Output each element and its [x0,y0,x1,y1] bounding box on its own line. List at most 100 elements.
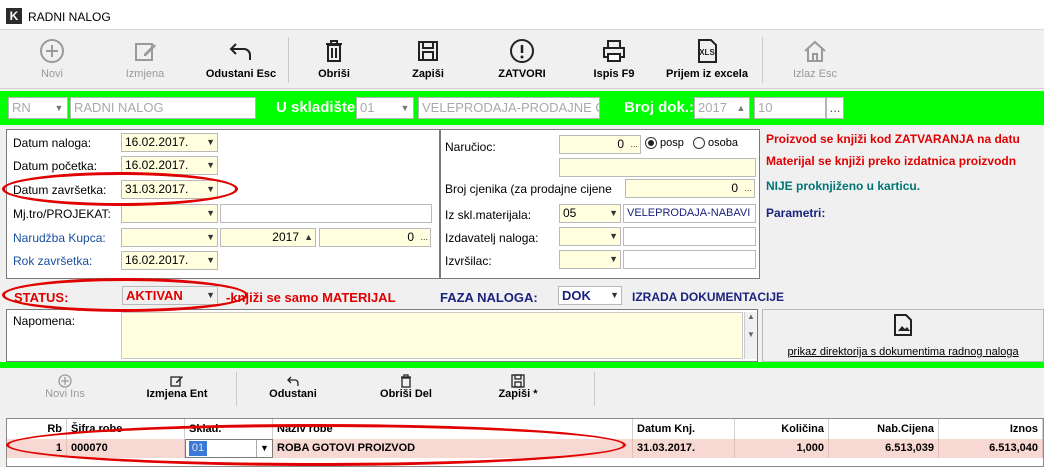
title-bar: K RADNI NALOG [0,0,1044,30]
iz-skl-select[interactable]: 05 ▼ [559,204,621,223]
obrisi-label: Obriši [318,68,350,80]
directory-button[interactable]: prikaz direktorija s dokumentima radnog … [762,309,1044,362]
faza-name: IZRADA DOKUMENTACIJE [632,290,784,304]
col-header-cijena[interactable]: Nab.Cijena [829,419,939,439]
izlaz-label: Izlaz Esc [792,68,837,80]
broj-num-field[interactable]: 10 [754,97,826,119]
datum-naloga-value: 16.02.2017. [125,135,189,149]
narudzba-select[interactable]: ▼ [121,228,218,247]
app-logo-icon: K [6,8,22,24]
obrisi-del-button[interactable]: Obriši Del [370,372,442,410]
izdavatelj-select[interactable]: ▼ [559,227,621,246]
zatvori-label: ZATVORI [498,68,546,80]
osoba-radio[interactable] [693,137,705,149]
trash-icon [401,374,411,388]
izmjena-ent-button[interactable]: Izmjena Ent [134,372,220,410]
annotation-ellipse [2,278,248,312]
scroll-up-icon: ▲ [747,312,755,321]
skladiste-select[interactable]: 01 ▼ [356,97,414,119]
napomena-panel: Napomena: ▲ ▼ [6,309,758,362]
mjtro-name-field[interactable] [220,204,432,223]
folder-image-icon [894,314,912,336]
napomena-scrollbar[interactable]: ▲ ▼ [744,312,757,359]
trash-icon [326,40,342,62]
edit-icon [170,376,183,387]
doc-type-select[interactable]: RN ▼ [8,97,68,119]
osoba-label: osoba [708,137,738,149]
izmjena-button[interactable]: Izmjena [112,31,178,89]
obrisi-button[interactable]: Obriši [306,31,362,89]
window-title: RADNI NALOG [28,10,111,24]
iz-skl-name: VELEPRODAJA-NABAVI [627,207,751,219]
narucioc-field[interactable]: 0... [559,135,641,154]
novi-ins-button[interactable]: Novi Ins [30,372,100,410]
novi-button[interactable]: Novi [26,31,78,89]
info-line-1: Proizvod se knjiži kod ZATVARANJA na dat… [766,132,1020,146]
status-note: -knjiži se samo MATERIJAL [226,290,396,305]
plus-circle-icon [58,374,72,388]
ellipsis-icon: ... [420,232,428,242]
zapisi2-button[interactable]: Zapiši * [488,372,548,410]
iz-skl-name-field: VELEPRODAJA-NABAVI [623,204,756,223]
iz-skl-label: Iz skl.materijala: [445,208,532,222]
chevron-down-icon: ▼ [400,103,410,113]
chevron-down-icon: ▼ [54,103,64,113]
toolbar-separator [288,37,289,83]
zapisi-label: Zapiši [412,68,444,80]
plus-circle-icon [40,39,64,63]
narudzba-year-stepper[interactable]: 2017 ▲ [220,228,316,247]
rok-label: Rok završetka: [13,254,93,268]
ellipsis-icon: ... [829,100,841,115]
svg-text:XLS: XLS [699,48,715,57]
datum-pocetka-value: 16.02.2017. [125,158,189,172]
napomena-textarea[interactable] [121,312,743,359]
izvrsilac-select[interactable]: ▼ [559,250,621,269]
faza-select[interactable]: DOK ▼ [558,286,622,305]
prijem-excel-button[interactable]: XLS Prijem iz excela [660,31,754,89]
posp-radio[interactable] [645,137,657,149]
prijem-label: Prijem iz excela [666,68,748,80]
chevron-down-icon: ▼ [206,255,215,265]
odustani-button[interactable]: Odustani Esc [200,31,282,89]
save-icon [418,41,438,61]
chevron-down-icon: ▼ [610,290,619,300]
broj-year: 2017 [698,100,727,115]
spinner-icon: ▲ [736,103,746,113]
datum-pocetka-label: Datum početka: [13,159,98,173]
rok-field[interactable]: 16.02.2017. ▼ [121,251,218,270]
doc-type-name-field: RADNI NALOG [70,97,256,119]
izdavatelj-label: Izdavatelj naloga: [445,231,539,245]
broj-year-stepper[interactable]: 2017 ▲ [694,97,750,119]
zatvori-button[interactable]: ZATVORI [490,31,554,89]
undo-arrow-icon [229,43,251,60]
odustani-label: Odustani Esc [205,68,277,80]
narucioc-value: 0 [617,137,624,151]
skladiste-code: 01 [360,100,375,115]
undo-arrow-icon [287,376,299,386]
col-header-iznos[interactable]: Iznos [939,419,1043,439]
zapisi-button[interactable]: Zapiši [400,31,456,89]
ellipsis-icon: ... [630,139,638,149]
izlaz-button[interactable]: Izlaz Esc [786,31,844,89]
narudzba-num-field[interactable]: 0... [319,228,431,247]
ispis-button[interactable]: Ispis F9 [584,31,644,89]
narucioc-label: Naručioc: [445,140,496,154]
col-header-datum[interactable]: Datum Knj. [633,419,735,439]
col-header-kolicina[interactable]: Količina [735,419,829,439]
datum-naloga-field[interactable]: 16.02.2017. ▼ [121,133,218,152]
mjtro-label: Mj.tro/PROJEKAT: [13,207,111,221]
xls-file-icon: XLS [698,39,717,63]
doc-type-code: RN [12,100,31,115]
directory-label: prikaz direktorija s dokumentima radnog … [787,346,1019,358]
info-line-3: NIJE proknjiženo u karticu. [766,179,921,193]
odustani2-button[interactable]: Odustani [258,372,328,410]
broj-dok-label: Broj dok.: [624,99,694,116]
right-form-panel: Naručioc: 0... posp osoba Broj cjenika (… [440,129,760,279]
faza-label: FAZA NALOGA: [440,290,538,305]
mjtro-select[interactable]: ▼ [121,204,218,223]
printer-icon [603,40,625,62]
narucioc-name-field[interactable] [559,158,756,177]
doc-type-name: RADNI NALOG [74,100,164,115]
broj-cjenika-field[interactable]: 0... [625,179,755,198]
broj-lookup-button[interactable]: ... [826,97,844,119]
